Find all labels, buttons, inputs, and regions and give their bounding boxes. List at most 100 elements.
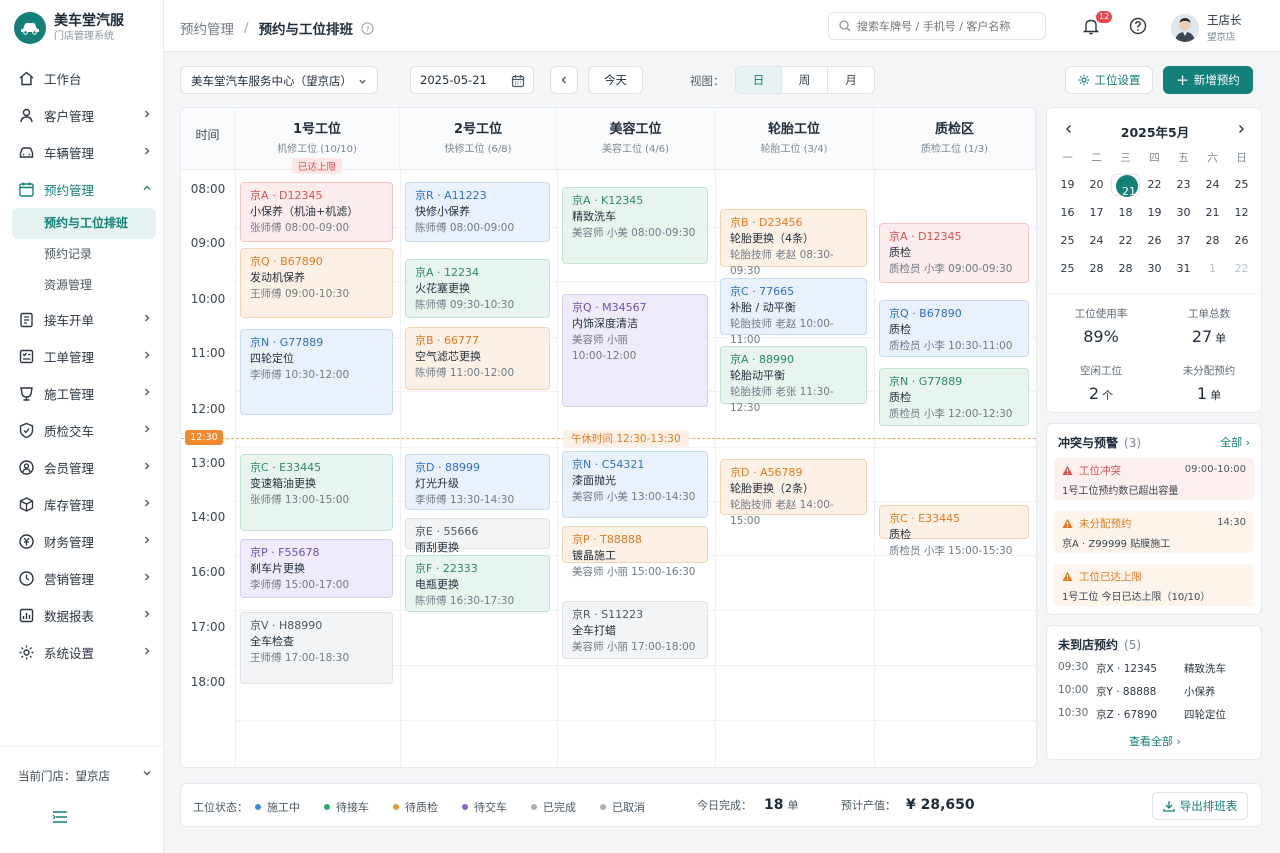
- calendar-day[interactable]: 21: [1198, 202, 1227, 224]
- next-month-icon[interactable]: [1235, 123, 1247, 135]
- sidebar-item-calendar[interactable]: 预约管理: [0, 171, 164, 208]
- calendar-day[interactable]: 19: [1140, 202, 1169, 224]
- appointment-card[interactable]: 京Q · B67890 质检 质检员 小李 10:30-11:00: [879, 299, 1029, 357]
- add-appointment-button[interactable]: + 新增预约: [1163, 66, 1253, 94]
- calendar-day[interactable]: 12: [1227, 202, 1256, 224]
- sidebar-item-money[interactable]: 财务管理: [0, 523, 164, 560]
- appointment-card[interactable]: 京Q · M34567 内饰深度清洁 美容师 小丽 10:00-12:00: [562, 294, 708, 407]
- appointment-card[interactable]: 京R · A11223 快修小保养 陈师傅 08:00-09:00: [405, 181, 550, 242]
- appointment-card[interactable]: 京A · 12234 火花塞更换 陈师傅 09:30-10:30: [405, 258, 550, 319]
- today-completed-value: 18: [764, 797, 784, 813]
- appointment-card[interactable]: 京E · 55666雨刮更换陈师傅 15:00-16:00: [405, 518, 550, 570]
- sidebar-item-gear[interactable]: 系统设置: [0, 634, 164, 671]
- sidebar-item-cup[interactable]: 施工管理: [0, 375, 164, 412]
- sidebar-item-clipboard[interactable]: 接车开单: [0, 301, 164, 338]
- sidebar-item-box[interactable]: 库存管理: [0, 486, 164, 523]
- appointment-card[interactable]: 京B · 66777 空气滤芯更换 陈师傅 11:00-12:00: [405, 326, 550, 391]
- export-schedule-button[interactable]: 导出排班表: [1152, 792, 1248, 820]
- date-picker[interactable]: 2025-05-21: [410, 66, 534, 94]
- calendar-day[interactable]: 26: [1140, 230, 1169, 252]
- upcoming-row[interactable]: 10:30 京Z · 67890 四轮定位: [1058, 707, 1226, 722]
- sidebar-item-clock[interactable]: 营销管理: [0, 560, 164, 597]
- calendar-day[interactable]: 18: [1111, 202, 1140, 224]
- appointment-card[interactable]: 京N · G77889 四轮定位 李师傅 10:30-12:00: [240, 329, 393, 416]
- calendar-day[interactable]: 20: [1082, 174, 1111, 196]
- calendar-day[interactable]: 22: [1111, 230, 1140, 252]
- subnav-item[interactable]: 预约记录: [12, 239, 156, 270]
- calendar-day[interactable]: 24: [1198, 174, 1227, 196]
- appointment-card[interactable]: 京D · A56789 轮胎更换（2条） 轮胎技师 老赵 14:00-15:00: [720, 459, 867, 527]
- calendar-day[interactable]: 16: [1053, 202, 1082, 224]
- calendar-day[interactable]: 1: [1198, 258, 1227, 280]
- appointment-card[interactable]: 京P · T88888 镀晶施工 美容师 小丽 15:00-16:30: [562, 526, 708, 578]
- calendar-day[interactable]: 22: [1227, 258, 1256, 280]
- view-week-button[interactable]: 周: [782, 67, 828, 93]
- alert-card[interactable]: 工位冲突 09:00-10:00 1号工位预约数已超出容量: [1054, 458, 1254, 500]
- sidebar-item-checklist[interactable]: 工单管理: [0, 338, 164, 375]
- help-circle-icon[interactable]: ?: [361, 21, 374, 35]
- appointment-card[interactable]: 京N · C54321 漆面抛光 美容师 小美 13:00-14:30: [562, 451, 708, 519]
- appointment-card[interactable]: 京F · 22333 电瓶更换 陈师傅 16:30-17:30: [405, 554, 550, 613]
- calendar-day[interactable]: 24: [1082, 230, 1111, 252]
- today-button[interactable]: 今天: [588, 66, 643, 94]
- user-menu[interactable]: 王店长 望京店: [1171, 12, 1242, 43]
- calendar-day[interactable]: 28: [1198, 230, 1227, 252]
- calendar-day[interactable]: 30: [1169, 202, 1198, 224]
- search-input[interactable]: [857, 19, 1037, 33]
- appointment-card[interactable]: 京A · 88990 轮胎动平衡 轮胎技师 老张 11:30-12:30: [720, 345, 867, 414]
- breadcrumb-parent[interactable]: 预约管理: [180, 18, 234, 38]
- sidebar-item-shield[interactable]: 质检交车: [0, 412, 164, 449]
- alert-card[interactable]: 工位已达上限 1号工位 今日已达上限（10/10）: [1054, 564, 1254, 606]
- collapse-menu-icon[interactable]: [52, 810, 68, 824]
- alert-card[interactable]: 未分配预约 14:30 京A · Z99999 贴膜施工: [1054, 511, 1254, 553]
- upcoming-row[interactable]: 10:00 京Y · 88888 小保养: [1058, 684, 1216, 699]
- view-month-button[interactable]: 月: [828, 67, 874, 93]
- subnav-item[interactable]: 预约与工位排班: [12, 208, 156, 239]
- calendar-day[interactable]: 31: [1169, 258, 1198, 280]
- current-store-selector[interactable]: 当前门店：望京店: [0, 745, 164, 784]
- sidebar-item-home[interactable]: 工作台: [0, 60, 164, 97]
- calendar-day[interactable]: 25: [1053, 258, 1082, 280]
- subnav-item[interactable]: 资源管理: [12, 270, 156, 301]
- calendar-day[interactable]: 28: [1082, 258, 1111, 280]
- appointment-card[interactable]: 京C · 77665 补胎 / 动平衡 轮胎技师 老赵 10:00-11:00: [720, 277, 867, 346]
- calendar-day[interactable]: 28: [1111, 258, 1140, 280]
- view-day-button[interactable]: 日: [736, 67, 782, 93]
- bay-settings-button[interactable]: 工位设置: [1065, 66, 1153, 94]
- alerts-view-all-link[interactable]: 全部 ›: [1220, 434, 1250, 450]
- appointment-card[interactable]: 京B · D23456 轮胎更换（4条） 轮胎技师 老赵 08:30-09:30: [720, 209, 867, 277]
- sidebar-item-user[interactable]: 客户管理: [0, 97, 164, 134]
- calendar-day[interactable]: 26: [1227, 230, 1256, 252]
- appointment-card[interactable]: 京N · G77889 质检 质检员 小李 12:00-12:30: [879, 368, 1029, 427]
- calendar-day[interactable]: 30: [1140, 258, 1169, 280]
- appointment-card[interactable]: 京Q · B67890 发动机保养 王师傅 09:00-10:30: [240, 247, 393, 319]
- sidebar-item-car[interactable]: 车辆管理: [0, 134, 164, 171]
- appointment-card[interactable]: 京C · E33445 质检 质检员 小李 15:00-15:30: [879, 505, 1029, 557]
- calendar-day[interactable]: 23: [1169, 174, 1198, 196]
- upcoming-view-all-link[interactable]: 查看全部 ›: [1047, 733, 1263, 749]
- appointment-card[interactable]: 京D · 88999 灯光升级 李师傅 13:30-14:30: [405, 453, 550, 510]
- appointment-card[interactable]: 京A · D12345 小保养（机油+机滤） 张师傅 08:00-09:00: [240, 181, 393, 242]
- sidebar-item-member[interactable]: 会员管理: [0, 449, 164, 486]
- appointment-card[interactable]: 京P · F55678 刹车片更换 李师傅 15:00-17:00: [240, 539, 393, 599]
- prev-day-button[interactable]: [550, 66, 578, 94]
- calendar-day[interactable]: 37: [1169, 230, 1198, 252]
- sidebar-item-report[interactable]: 数据报表: [0, 597, 164, 634]
- calendar-day[interactable]: 25: [1227, 174, 1256, 196]
- help-icon[interactable]: [1129, 17, 1147, 35]
- appointment-card[interactable]: 京A · D12345 质检 质检员 小李 09:00-09:30: [879, 222, 1029, 284]
- store-select[interactable]: 美车堂汽车服务中心（望京店）: [180, 66, 378, 94]
- calendar-day[interactable]: 17: [1082, 202, 1111, 224]
- appointment-plate: 京R · S11223: [572, 608, 644, 622]
- upcoming-row[interactable]: 09:30 京X · 12345 精致洗车: [1058, 661, 1226, 676]
- calendar-day[interactable]: 21: [1111, 174, 1140, 198]
- appointment-card[interactable]: 京C · E33445 变速箱油更换 张师傅 13:00-15:00: [240, 453, 393, 532]
- appointment-card[interactable]: 京V · H88990 全车检查 王师傅 17:00-18:30: [240, 612, 393, 684]
- brand-logo[interactable]: 美车堂汽服 门店管理系统: [14, 12, 124, 44]
- calendar-day[interactable]: 25: [1053, 230, 1082, 252]
- appointment-card[interactable]: 京A · K12345 精致洗车 美容师 小美 08:00-09:30: [562, 187, 708, 264]
- calendar-day[interactable]: 22: [1140, 174, 1169, 196]
- appointment-card[interactable]: 京R · S11223 全车打蜡 美容师 小丽 17:00-18:00: [562, 601, 708, 659]
- search-box[interactable]: [828, 12, 1046, 40]
- calendar-day[interactable]: 19: [1053, 174, 1082, 196]
